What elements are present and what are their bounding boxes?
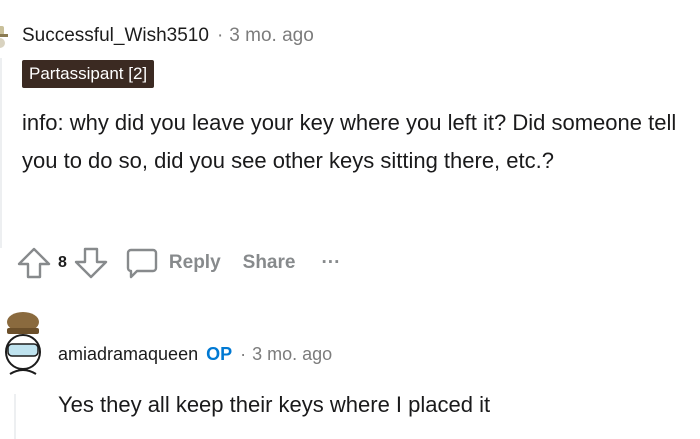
downvote-icon[interactable] xyxy=(73,245,109,281)
meta-separator: · xyxy=(240,343,247,364)
comment-author[interactable]: amiadramaqueen xyxy=(58,344,198,365)
comment-timestamp[interactable]: 3 mo. ago xyxy=(252,344,332,365)
comment-body: Yes they all keep their keys where I pla… xyxy=(58,392,491,417)
thread-line-reply[interactable] xyxy=(14,394,16,439)
thread-line[interactable] xyxy=(0,58,2,248)
vote-count: 8 xyxy=(58,254,67,271)
reply-label: Reply xyxy=(168,252,221,273)
comment-meta: Successful_Wish3510 · 3 mo. ago xyxy=(22,22,314,50)
reply-button[interactable]: Reply xyxy=(125,246,221,280)
user-avatar[interactable] xyxy=(0,308,46,380)
share-button[interactable]: Share xyxy=(243,252,296,274)
comment-meta: amiadramaqueen OP · 3 mo. ago xyxy=(58,340,332,368)
comment-actions: 8 Reply Share ··· xyxy=(16,242,340,284)
comment-bubble-icon xyxy=(125,246,159,280)
upvote-icon[interactable] xyxy=(16,245,52,281)
user-flair: Partassipant [2] xyxy=(22,60,155,88)
meta-separator: · xyxy=(216,25,224,46)
comment-body: info: why did you leave your key where y… xyxy=(22,110,677,173)
comment-timestamp[interactable]: 3 mo. ago xyxy=(229,25,314,47)
op-badge: OP xyxy=(206,343,233,364)
user-avatar[interactable] xyxy=(0,26,10,52)
more-options-button[interactable]: ··· xyxy=(321,252,340,274)
comment-author[interactable]: Successful_Wish3510 xyxy=(22,25,209,47)
